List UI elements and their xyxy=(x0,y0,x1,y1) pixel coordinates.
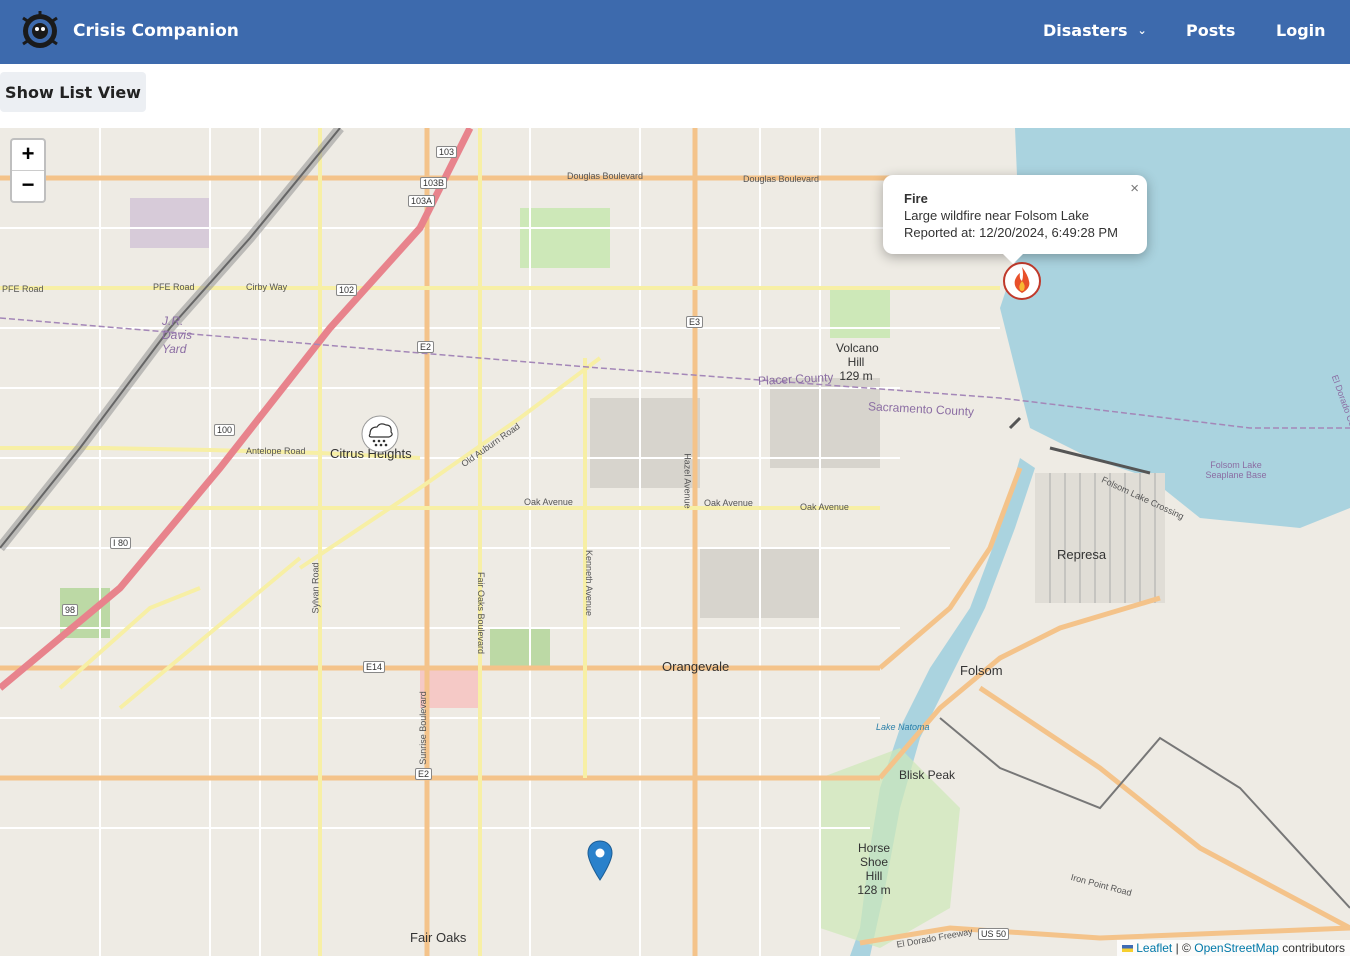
street-oak-avenue-2: Oak Avenue xyxy=(704,498,753,508)
fire-icon[interactable] xyxy=(1002,261,1042,301)
route-shield: I 80 xyxy=(110,537,132,549)
horse-shoe-hill-elevation: 128 m xyxy=(857,883,891,897)
route-shield: 98 xyxy=(62,604,79,616)
route-shield: E2 xyxy=(417,341,435,353)
street-fair-oaks-boulevard: Fair Oaks Boulevard xyxy=(476,571,487,655)
show-list-view-button[interactable]: Show List View xyxy=(0,72,146,112)
horse-shoe-hill-name: Horse Shoe Hill xyxy=(857,841,890,883)
brand[interactable]: Crisis Companion xyxy=(20,10,239,52)
place-horse-shoe-hill: Horse Shoe Hill 128 m xyxy=(852,841,896,897)
brand-name: Crisis Companion xyxy=(73,21,239,41)
zoom-control: + − xyxy=(10,138,46,203)
nav-disasters-dropdown[interactable]: Disasters ⌄ xyxy=(1043,21,1147,40)
street-pfe-road: PFE Road xyxy=(2,284,44,294)
place-blisk-peak: Blisk Peak xyxy=(899,768,956,782)
street-douglas-boulevard-east: Douglas Boulevard xyxy=(743,174,820,184)
leaflet-link[interactable]: Leaflet xyxy=(1136,941,1172,955)
marker-popup: × Fire Large wildfire near Folsom Lake R… xyxy=(883,175,1147,264)
popup-close-button[interactable]: × xyxy=(1130,180,1139,197)
navbar: Crisis Companion Disasters ⌄ Posts Login xyxy=(0,0,1350,64)
popup-title: Fire xyxy=(904,191,928,206)
popup-description: Large wildfire near Folsom Lake xyxy=(904,208,1089,223)
nav-posts[interactable]: Posts xyxy=(1186,21,1235,40)
street-pfe-road-2: PFE Road xyxy=(153,282,195,292)
map-tiles xyxy=(0,128,1350,956)
place-lake-natoma: Lake Natoma xyxy=(876,722,930,732)
place-orangevale: Orangevale xyxy=(662,659,730,674)
street-sylvan-road: Sylvan Road xyxy=(310,562,321,614)
openstreetmap-link[interactable]: OpenStreetMap xyxy=(1194,941,1279,955)
route-shield: E3 xyxy=(686,316,704,328)
place-fair-oaks: Fair Oaks xyxy=(410,930,467,945)
street-hazel-avenue: Hazel Avenue xyxy=(682,453,693,509)
place-jr-davis-yard: J.R. Davis Yard xyxy=(162,314,193,356)
street-kenneth-avenue: Kenneth Avenue xyxy=(583,550,594,616)
attribution-contributors: contributors xyxy=(1282,941,1345,955)
place-folsom: Folsom xyxy=(960,663,1003,678)
zoom-out-button[interactable]: − xyxy=(12,171,44,201)
route-shield: US 50 xyxy=(978,928,1010,940)
street-sunrise-boulevard: Sunrise Boulevard xyxy=(417,691,428,765)
chevron-down-icon: ⌄ xyxy=(1137,24,1147,37)
street-oak-avenue-3: Oak Avenue xyxy=(800,502,849,512)
street-antelope-road: Antelope Road xyxy=(246,446,306,456)
place-seaplane-base: Folsom Lake Seaplane Base xyxy=(1205,460,1267,480)
attribution-separator: | © xyxy=(1175,941,1191,955)
ukraine-flag-icon xyxy=(1121,945,1133,952)
zoom-in-button[interactable]: + xyxy=(12,140,44,171)
route-shield: 103A xyxy=(408,195,436,207)
route-shield: 103B xyxy=(420,177,448,189)
place-volcano-hill: Volcano Hill 129 m xyxy=(836,341,879,383)
street-douglas-boulevard: Douglas Boulevard xyxy=(567,171,644,181)
volcano-hill-elevation: 129 m xyxy=(839,369,873,383)
route-shield: 103 xyxy=(436,146,458,158)
volcano-hill-name: Volcano Hill xyxy=(836,341,879,369)
route-shield: 102 xyxy=(336,284,358,296)
hail-cloud-icon[interactable] xyxy=(360,414,400,454)
map-pin-icon[interactable] xyxy=(587,840,613,881)
map[interactable]: Citrus Heights Orangevale Folsom Represa… xyxy=(0,128,1350,956)
map-attribution: Leaflet | © OpenStreetMap contributors xyxy=(1116,940,1350,956)
place-represa: Represa xyxy=(1057,547,1107,562)
crisis-companion-logo-icon xyxy=(22,11,58,48)
nav-login[interactable]: Login xyxy=(1276,21,1326,40)
route-shield: 100 xyxy=(214,424,236,436)
street-oak-avenue: Oak Avenue xyxy=(524,497,573,507)
popup-reported-at: Reported at: 12/20/2024, 6:49:28 PM xyxy=(904,225,1118,240)
popup-tip xyxy=(1001,252,1025,264)
nav-disasters-label: Disasters xyxy=(1043,21,1128,40)
route-shield: E14 xyxy=(363,661,386,673)
route-shield: E2 xyxy=(415,768,433,780)
street-cirby-way: Cirby Way xyxy=(246,282,288,292)
